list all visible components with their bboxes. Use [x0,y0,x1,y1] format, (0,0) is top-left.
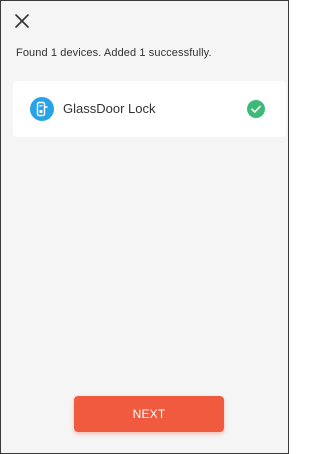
close-icon [15,14,29,28]
device-added-screen: Found 1 devices. Added 1 successfully. G… [0,0,289,454]
device-list-item[interactable]: GlassDoor Lock [13,81,286,137]
check-circle-icon [246,99,266,119]
close-button[interactable] [12,11,32,31]
device-name: GlassDoor Lock [63,101,156,116]
scan-summary-text: Found 1 devices. Added 1 successfully. [16,47,212,59]
door-lock-icon [30,97,54,121]
next-button[interactable]: NEXT [74,396,224,432]
